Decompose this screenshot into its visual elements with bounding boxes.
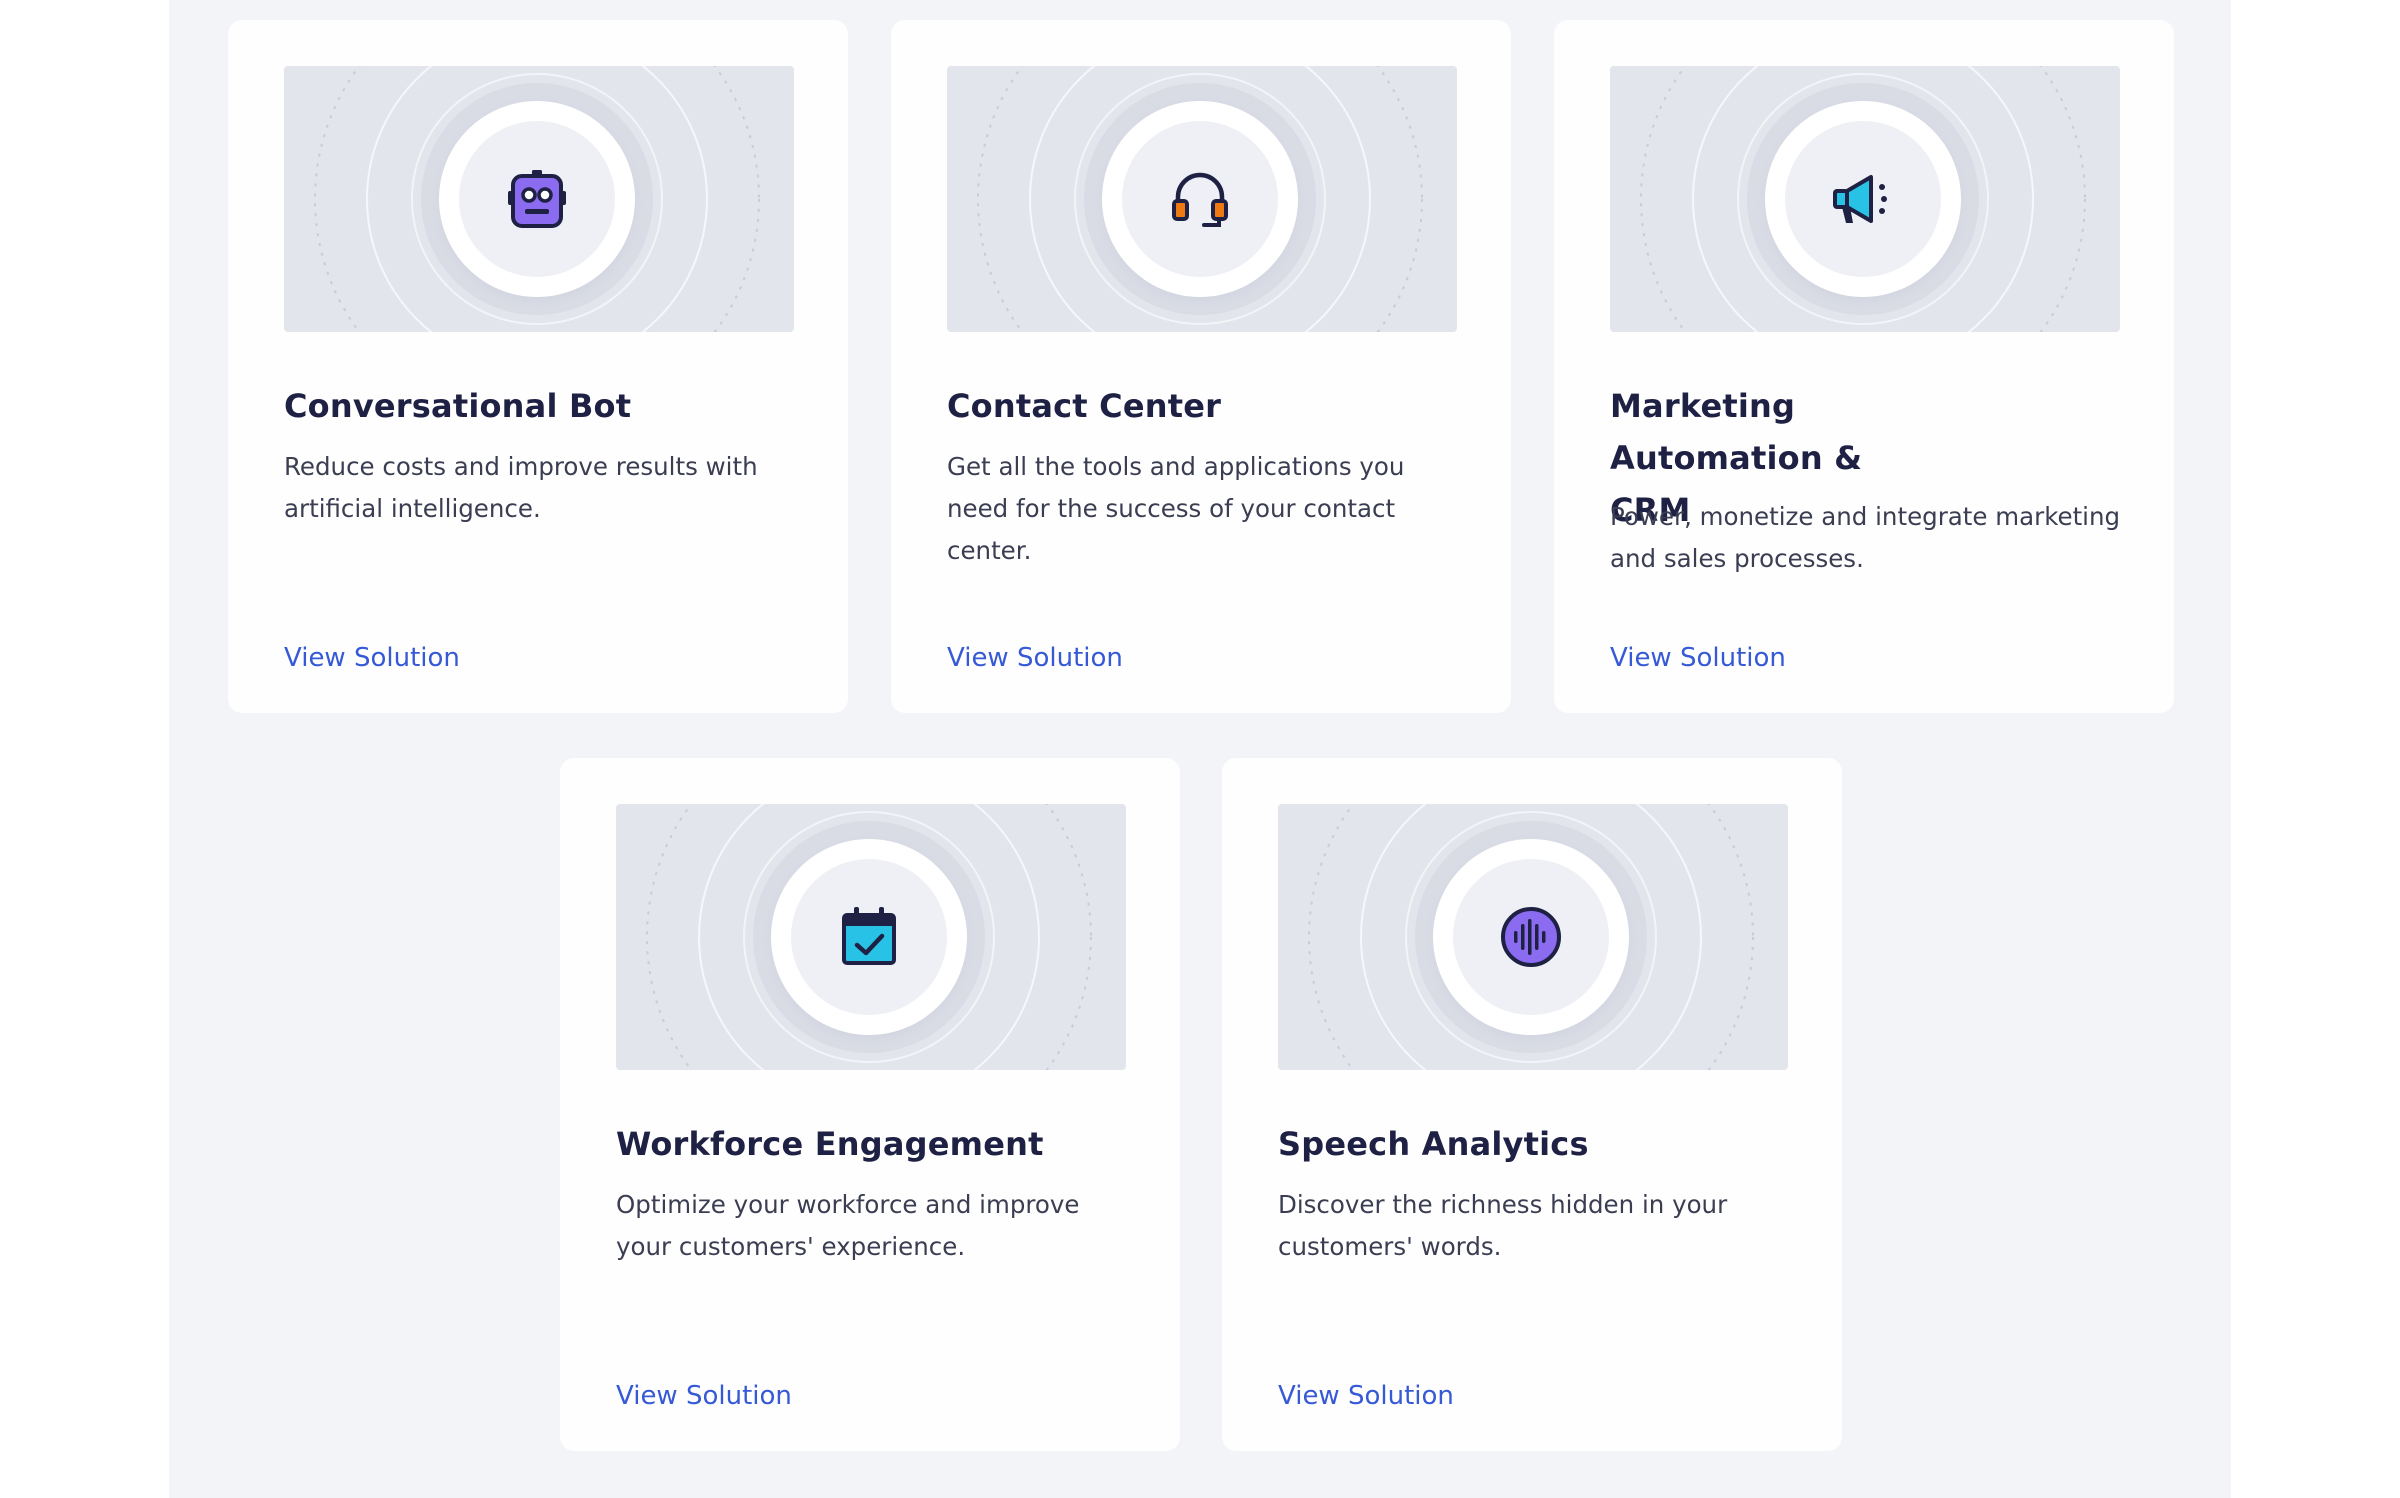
icon-badge — [1102, 101, 1298, 297]
robot-icon — [508, 170, 566, 228]
card-illustration — [1610, 66, 2120, 332]
solution-card-workforce-engagement: Workforce Engagement Optimize your workf… — [560, 758, 1180, 1451]
card-title: Conversational Bot — [284, 387, 632, 425]
card-illustration — [616, 804, 1126, 1070]
view-solution-link[interactable]: View Solution — [1278, 1376, 1454, 1416]
card-title: Speech Analytics — [1278, 1125, 1589, 1163]
icon-badge — [1765, 101, 1961, 297]
card-description: Get all the tools and applications you n… — [947, 452, 1405, 565]
voice-wave-icon — [1501, 907, 1561, 967]
icon-badge — [439, 101, 635, 297]
solution-card-contact-center: Contact Center Get all the tools and app… — [891, 20, 1511, 713]
card-description: Optimize your workforce and improve your… — [616, 1190, 1080, 1261]
icon-badge — [771, 839, 967, 1035]
view-solution-link[interactable]: View Solution — [1610, 638, 1786, 678]
view-solution-link[interactable]: View Solution — [284, 638, 460, 678]
card-illustration — [1278, 804, 1788, 1070]
card-title: Workforce Engagement — [616, 1125, 1044, 1163]
card-illustration — [284, 66, 794, 332]
megaphone-icon — [1833, 175, 1887, 223]
solution-card-speech-analytics: Speech Analytics Discover the richness h… — [1222, 758, 1842, 1451]
view-solution-link[interactable]: View Solution — [616, 1376, 792, 1416]
view-solution-link[interactable]: View Solution — [947, 638, 1123, 678]
card-description: Power, monetize and integrate marketing … — [1610, 502, 2121, 573]
card-illustration — [947, 66, 1457, 332]
solution-card-conversational-bot: Conversational Bot Reduce costs and impr… — [228, 20, 848, 713]
card-title: Contact Center — [947, 387, 1222, 425]
icon-badge — [1433, 839, 1629, 1035]
card-description: Discover the richness hidden in your cus… — [1278, 1190, 1728, 1261]
headset-icon — [1172, 172, 1228, 227]
calendar-check-icon — [842, 907, 896, 965]
card-description: Reduce costs and improve results with ar… — [284, 452, 758, 523]
solutions-section: Conversational Bot Reduce costs and impr… — [169, 0, 2231, 1498]
solution-card-marketing-automation-crm: Marketing Automation & CRM Power, moneti… — [1554, 20, 2174, 713]
